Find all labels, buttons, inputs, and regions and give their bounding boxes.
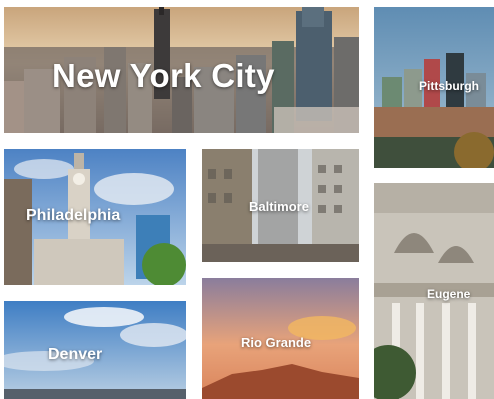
eugene-label: Eugene <box>427 287 471 301</box>
city-tile-philadelphia[interactable]: Philadelphia <box>4 149 186 285</box>
pittsburgh-label: Pittsburgh <box>419 79 479 93</box>
city-tile-rio-grande[interactable]: Rio Grande <box>202 278 359 399</box>
baltimore-label: Baltimore <box>249 199 309 214</box>
new-york-city-label: New York City <box>52 57 275 94</box>
rio-grande-label: Rio Grande <box>241 335 312 350</box>
city-tile-new-york-city[interactable]: New York City <box>4 7 359 133</box>
city-tile-eugene[interactable]: Eugene <box>374 183 494 399</box>
city-tile-pittsburgh[interactable]: Pittsburgh <box>374 7 494 168</box>
denver-label: Denver <box>48 346 103 363</box>
city-tile-denver[interactable]: Denver <box>4 301 186 399</box>
philadelphia-label: Philadelphia <box>26 207 121 224</box>
city-tile-baltimore[interactable]: Baltimore <box>202 149 359 262</box>
